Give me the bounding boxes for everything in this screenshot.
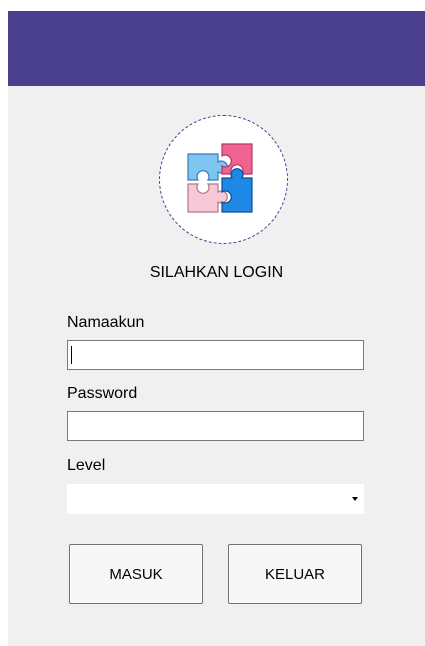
password-input[interactable] [67,411,364,441]
password-label: Password [67,385,138,402]
puzzle-icon [187,143,253,213]
username-input[interactable] [67,340,364,370]
level-select[interactable] [67,484,364,514]
login-button[interactable]: MASUK [69,544,203,604]
text-caret [71,346,72,364]
login-heading: SILAHKAN LOGIN [149,264,284,281]
logo [159,115,288,244]
level-label: Level [67,457,106,474]
exit-button[interactable]: KELUAR [228,544,362,604]
login-window: SILAHKAN LOGIN Namaakun Password Level M… [8,11,425,646]
chevron-down-icon[interactable] [352,497,358,501]
username-label: Namaakun [67,314,145,331]
title-bar [8,11,425,86]
